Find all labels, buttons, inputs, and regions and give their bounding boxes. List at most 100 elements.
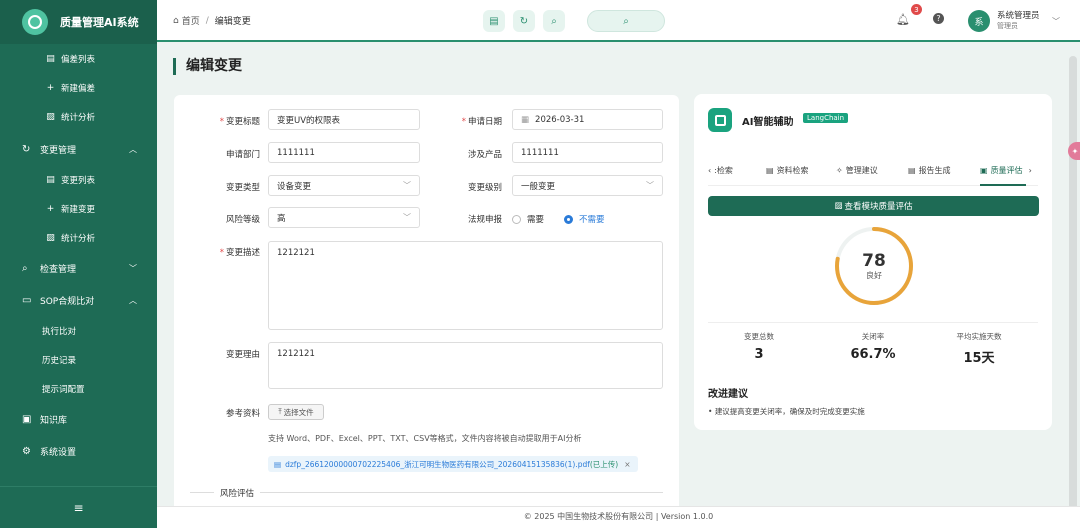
user-name[interactable]: 系统管理员 xyxy=(997,12,1040,21)
choose-file-button[interactable]: ⤒ 选择文件 xyxy=(268,404,324,420)
title-input[interactable]: 变更UV的权限表 xyxy=(268,109,420,130)
page-scrollbar[interactable] xyxy=(1069,56,1077,512)
active-tab-indicator xyxy=(980,184,1026,186)
risk-label: 风险等级 xyxy=(225,215,260,225)
document-icon: ▤ xyxy=(489,15,499,27)
quality-icon: ▣ xyxy=(980,165,988,175)
home-icon: ⌂ xyxy=(173,15,179,26)
page-title: 编辑变更 xyxy=(173,58,242,75)
remove-file-icon[interactable]: × xyxy=(624,460,630,469)
document-button[interactable]: ▤ xyxy=(483,10,505,32)
notification-badge: 3 xyxy=(911,4,922,15)
search-icon: ⌕ xyxy=(22,262,28,274)
avatar[interactable]: 系 xyxy=(968,10,990,32)
doc-icon: ▤ xyxy=(46,174,55,185)
doc-icon: ▭ xyxy=(22,294,32,306)
doc-icon: ▤ xyxy=(766,165,774,175)
sidebar-item-new-change[interactable]: + 新建变更 xyxy=(0,194,157,223)
file-icon: ▤ xyxy=(274,459,282,469)
top-header: ⌂ 首页 / 编辑变更 ▤ ↻ ⌕ ⌕ 🔔︎ 3 ? 系 系统管理员 管理员 ﹀ xyxy=(157,0,1080,42)
tab-report-generate[interactable]: ▤ 报告生成 xyxy=(908,165,951,176)
ai-panel-title: AI智能辅助 xyxy=(742,117,794,128)
app-logo-row: 质量管理AI系统 xyxy=(0,0,157,44)
type-select[interactable]: 设备变更 ﹀ xyxy=(268,175,420,196)
gear-icon: ⚙ xyxy=(22,445,31,457)
change-form: * 变更标题 变更UV的权限表 * 申请日期 ▦ 2026-03-31 申请部门 11… xyxy=(174,95,679,515)
tab-scroll-left[interactable]: ‹:检索 xyxy=(708,165,733,176)
search-button[interactable]: ⌕ xyxy=(543,10,565,32)
sidebar: 质量管理AI系统 ▤ 偏差列表 + 新建偏差 ▨ 统计分析 ↻ 变更管理 ︿ ▤ 变更列表 … xyxy=(0,0,157,528)
level-select[interactable]: 一般变更 ﹀ xyxy=(512,175,663,196)
file-name: dzfp_26612000000702225406_浙江可明生物医药有限公司_2… xyxy=(285,459,590,469)
refresh-button[interactable]: ↻ xyxy=(513,10,535,32)
help-icon[interactable]: ? xyxy=(933,13,944,24)
reason-label: 变更理由 xyxy=(225,350,260,360)
chevron-down-icon: ﹀ xyxy=(646,181,654,190)
chevron-down-icon: ﹀ xyxy=(403,181,411,190)
global-search-button[interactable]: ⌕ xyxy=(587,10,665,32)
sidebar-group-inspect[interactable]: ⌕ 检查管理 ﹀ xyxy=(0,252,157,284)
search-icon: ⌕ xyxy=(623,15,629,27)
title-label: * 变更标题 xyxy=(219,117,260,127)
chart-icon: ▨ xyxy=(46,111,55,122)
sidebar-item-change-list[interactable]: ▤ 变更列表 xyxy=(0,165,157,194)
sidebar-item-history[interactable]: 历史记录 xyxy=(0,345,157,374)
uploaded-file-chip[interactable]: ▤ dzfp_26612000000702225406_浙江可明生物医药有限公司… xyxy=(268,456,638,472)
product-input[interactable]: 1111111 xyxy=(512,142,663,163)
refresh-icon: ↻ xyxy=(22,143,31,155)
app-logo-icon xyxy=(22,9,48,35)
chevron-down-icon: ﹀ xyxy=(129,263,137,273)
sidebar-item-run-compare[interactable]: 执行比对 xyxy=(0,316,157,345)
refresh-icon: ↻ xyxy=(519,15,529,27)
chevron-down-icon[interactable]: ﹀ xyxy=(1052,16,1060,27)
suggestions-title: 改进建议 xyxy=(708,389,748,400)
sidebar-item-knowledge-base[interactable]: ▣ 知识库 xyxy=(0,403,157,435)
chevron-down-icon: ﹀ xyxy=(403,213,411,222)
hamburger-icon: ≡ xyxy=(73,500,84,515)
stat-total-changes: 变更总数 3 xyxy=(744,332,774,362)
sidebar-group-sop[interactable]: ▭ SOP合规比对 ︿ xyxy=(0,284,157,316)
ai-assistant-panel: AI智能辅助 LangChain ‹:检索 ▤ 资料检索 ✧ 管理建议 ▤ 报告生成 … xyxy=(694,94,1052,430)
level-label: 变更级别 xyxy=(467,183,502,193)
chevron-up-icon: ︿ xyxy=(129,295,137,305)
regulatory-radio-required[interactable]: 需要 xyxy=(512,213,544,225)
description-textarea[interactable]: 1212121 xyxy=(268,241,663,330)
floating-assistant-button[interactable]: ✦ xyxy=(1068,142,1080,160)
sidebar-group-change[interactable]: ↻ 变更管理 ︿ xyxy=(0,133,157,165)
risk-select[interactable]: 高 ﹀ xyxy=(268,207,420,228)
stats-divider xyxy=(708,322,1038,323)
stat-close-rate: 关闭率 66.7% xyxy=(850,332,896,362)
tab-document-search[interactable]: ▤ 资料检索 xyxy=(766,165,809,176)
sidebar-item-new-deviation[interactable]: + 新建偏差 xyxy=(0,73,157,102)
chevron-right-icon: › xyxy=(1028,165,1032,175)
sidebar-item-deviation-list[interactable]: ▤ 偏差列表 xyxy=(0,44,157,73)
sidebar-item-settings[interactable]: ⚙ 系统设置 xyxy=(0,435,157,467)
view-quality-eval-button[interactable]: ▨ 查看模块质量评估 xyxy=(708,196,1039,216)
bell-icon[interactable]: 🔔︎ xyxy=(896,13,910,26)
section-divider xyxy=(190,492,663,493)
reference-label: 参考资料 xyxy=(225,409,260,419)
breadcrumb-current: 编辑变更 xyxy=(214,17,251,27)
ai-chip-icon xyxy=(708,108,732,132)
sidebar-item-deviation-stats[interactable]: ▨ 统计分析 xyxy=(0,102,157,131)
reason-textarea[interactable]: 1212121 xyxy=(268,342,663,389)
collapse-menu-button[interactable]: ≡ xyxy=(0,486,157,528)
date-label: * 申请日期 xyxy=(461,117,502,127)
tab-management-advice[interactable]: ✧ 管理建议 xyxy=(836,165,878,176)
sparkle-icon: ✧ xyxy=(836,165,843,175)
regulatory-radio-not-required[interactable]: 不需要 xyxy=(564,213,605,225)
plus-icon: + xyxy=(46,203,55,214)
tab-quality-eval[interactable]: ▣ 质量评估 › xyxy=(980,165,1035,176)
sidebar-item-prompt-config[interactable]: 提示词配置 xyxy=(0,374,157,403)
upload-hint: 支持 Word、PDF、Excel、PPT、TXT、CSV等格式，文件内容将被自… xyxy=(268,434,582,443)
desc-label: * 变更描述 xyxy=(219,248,260,258)
sidebar-item-change-stats[interactable]: ▨ 统计分析 xyxy=(0,223,157,252)
risk-section-title: 风险评估 xyxy=(214,487,261,499)
dept-input[interactable]: 1111111 xyxy=(268,142,420,163)
date-picker[interactable]: ▦ 2026-03-31 xyxy=(512,109,663,130)
quality-score-label: 良好 xyxy=(866,271,882,280)
report-icon: ▤ xyxy=(908,165,916,175)
book-icon: ▣ xyxy=(22,413,32,425)
breadcrumb-home[interactable]: 首页 xyxy=(182,14,200,27)
calendar-icon: ▦ xyxy=(521,114,530,125)
